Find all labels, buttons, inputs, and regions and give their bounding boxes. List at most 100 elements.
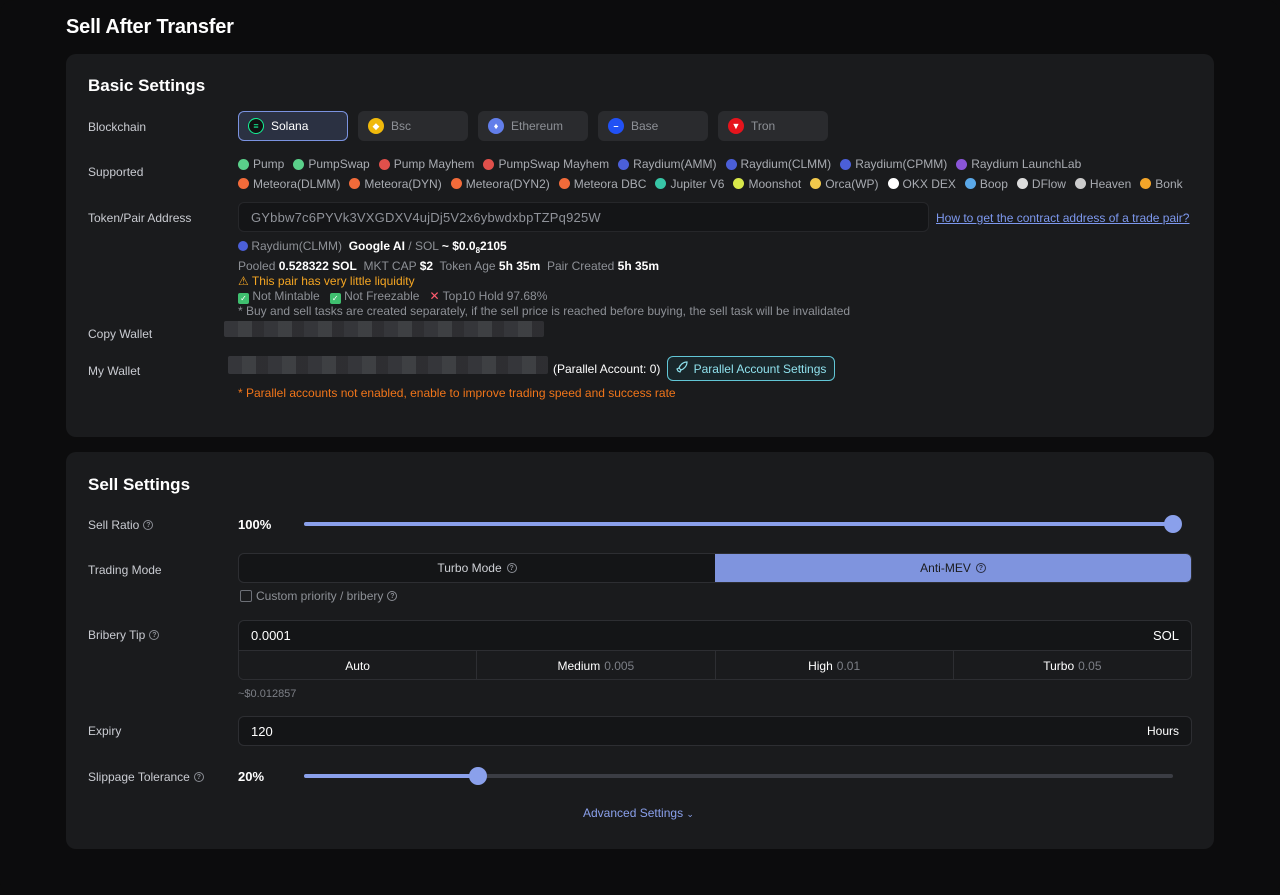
dex-icon bbox=[558, 178, 570, 189]
ethereum-icon: ♦ bbox=[488, 118, 504, 134]
dex-icon bbox=[725, 158, 737, 170]
dex-icon bbox=[450, 178, 462, 189]
dex-label: Heaven bbox=[1089, 176, 1132, 191]
slippage-label: Slippage Tolerance? bbox=[88, 770, 204, 784]
token-age-value: 5h 35m bbox=[498, 259, 541, 274]
dex-label: Orca(WP) bbox=[825, 176, 879, 191]
mode-anti-mev[interactable]: Anti-MEV? bbox=[715, 554, 1191, 582]
supported-label: Supported bbox=[88, 165, 144, 179]
sell-settings-title: Sell Settings bbox=[88, 475, 191, 494]
dex-label: Raydium(CLMM) bbox=[740, 157, 832, 171]
chain-tron[interactable]: ▼ Tron bbox=[718, 111, 828, 141]
dex-item: Pump bbox=[238, 155, 284, 173]
pair-info: Raydium(CLMM) Google AI / SOL ~ $0.08210… bbox=[238, 239, 850, 319]
pair-created-label: Pair Created bbox=[546, 259, 615, 274]
tip-preset-label: Medium bbox=[557, 658, 601, 673]
chain-label: Ethereum bbox=[511, 119, 564, 133]
help-icon[interactable]: ? bbox=[143, 520, 154, 530]
sell-ratio-slider[interactable] bbox=[304, 515, 1182, 533]
help-icon[interactable]: ? bbox=[506, 563, 517, 573]
dex-item: Orca(WP) bbox=[810, 175, 879, 193]
dex-item: Meteora(DYN) bbox=[349, 175, 442, 193]
chain-base[interactable]: – Base bbox=[598, 111, 708, 141]
chain-solana[interactable]: ≡ Solana bbox=[238, 111, 348, 141]
top10-hold: Top10 Hold 97.68% bbox=[442, 288, 548, 303]
parallel-account-settings-button[interactable]: Parallel Account Settings bbox=[667, 356, 835, 381]
expiry-input[interactable]: 120 Hours bbox=[238, 716, 1192, 746]
liquidity-warning: This pair has very little liquidity bbox=[251, 273, 415, 288]
sell-ratio-thumb[interactable] bbox=[1164, 515, 1182, 533]
dex-label: Jupiter V6 bbox=[670, 176, 725, 191]
dex-icon bbox=[810, 178, 822, 189]
tip-preset-auto[interactable]: Auto bbox=[239, 651, 478, 679]
blockchain-label: Blockchain bbox=[88, 120, 147, 134]
check-icon: ✓ bbox=[238, 292, 249, 304]
help-icon[interactable]: ? bbox=[149, 630, 160, 640]
chain-label: Solana bbox=[271, 119, 309, 133]
dex-item: Jupiter V6 bbox=[655, 175, 724, 193]
mode-turbo-mode[interactable]: Turbo Mode? bbox=[239, 554, 715, 582]
my-wallet-redacted[interactable] bbox=[228, 356, 548, 374]
chain-bsc[interactable]: ◆ Bsc bbox=[358, 111, 468, 141]
tip-preset-value: 0.01 bbox=[836, 658, 861, 673]
bribery-tip-input[interactable]: 0.0001 SOL bbox=[239, 621, 1191, 650]
chain-ethereum[interactable]: ♦ Ethereum bbox=[478, 111, 588, 141]
expiry-value: 120 bbox=[251, 723, 273, 739]
dex-item: Heaven bbox=[1074, 175, 1132, 193]
tip-preset-turbo[interactable]: Turbo 0.05 bbox=[954, 651, 1191, 679]
pair-quote: / SOL bbox=[404, 239, 439, 253]
app-frame: Sell After Transfer Basic Settings Block… bbox=[0, 0, 1280, 895]
bribery-tip-value: 0.0001 bbox=[251, 628, 291, 643]
dex-item: Meteora(DYN2) bbox=[450, 175, 550, 193]
dex-label: Pump Mayhem bbox=[393, 157, 475, 171]
tron-icon: ▼ bbox=[728, 118, 744, 134]
basic-settings-title: Basic Settings bbox=[88, 76, 206, 95]
dex-icon bbox=[483, 158, 495, 170]
my-wallet-label: My Wallet bbox=[88, 364, 141, 378]
slippage-thumb[interactable] bbox=[468, 767, 487, 785]
tip-preset-high[interactable]: High 0.01 bbox=[716, 651, 954, 679]
copy-wallet-redacted[interactable] bbox=[224, 321, 544, 337]
sell-settings-card: Sell Settings Sell Ratio? 100% Trading M… bbox=[66, 452, 1214, 849]
chain-label: Base bbox=[631, 119, 659, 133]
pool-name: Raydium(CLMM) bbox=[251, 239, 343, 253]
pair-created-value: 5h 35m bbox=[617, 259, 660, 274]
tip-preset-value: 0.005 bbox=[604, 658, 635, 673]
dex-icon bbox=[1074, 178, 1086, 189]
check-icon: ✓ bbox=[329, 292, 341, 304]
parallel-button-label: Parallel Account Settings bbox=[693, 361, 827, 376]
mktcap-label: MKT CAP bbox=[363, 259, 417, 274]
expiry-label: Expiry bbox=[88, 724, 122, 738]
custom-priority-label: Custom priority / bribery bbox=[256, 589, 384, 603]
custom-priority-checkbox[interactable] bbox=[240, 590, 252, 602]
advanced-settings-toggle[interactable]: Advanced Settings ⌄ bbox=[583, 806, 694, 820]
dex-item: OKX DEX bbox=[887, 175, 956, 193]
token-age-label: Token Age bbox=[439, 259, 496, 274]
help-icon[interactable]: ? bbox=[975, 563, 986, 573]
dex-item: Pump Mayhem bbox=[378, 155, 475, 173]
tip-preset-label: Auto bbox=[345, 658, 370, 673]
not-mintable: Not Mintable bbox=[252, 288, 320, 303]
bribery-tip-usd: ~$0.012857 bbox=[238, 688, 297, 700]
dex-item: Bonk bbox=[1140, 175, 1183, 193]
tip-preset-medium[interactable]: Medium 0.005 bbox=[477, 651, 716, 679]
dex-icon bbox=[733, 178, 745, 189]
slippage-slider[interactable] bbox=[304, 767, 1173, 785]
dex-icon bbox=[293, 158, 305, 170]
dex-icon bbox=[1140, 178, 1152, 189]
help-icon[interactable]: ? bbox=[193, 772, 204, 782]
token-address-input[interactable]: GYbbw7c6PYVk3VXGDXV4ujDj5V2x6ybwdxbpTZPq… bbox=[238, 202, 929, 232]
blockchain-selector: ≡ Solana ◆ Bsc ♦ Ethereum – Base ▼ Tron bbox=[238, 111, 828, 141]
parallel-account-count: (Parallel Account: 0) bbox=[553, 362, 661, 376]
dex-item: Moonshot bbox=[733, 175, 801, 193]
sell-ratio-label: Sell Ratio? bbox=[88, 518, 154, 532]
custom-priority-option[interactable]: Custom priority / bribery ? bbox=[240, 589, 398, 603]
slippage-value: 20% bbox=[238, 769, 265, 784]
tip-preset-label: Turbo bbox=[1043, 658, 1075, 673]
page-title: Sell After Transfer bbox=[66, 16, 234, 38]
help-icon[interactable]: ? bbox=[387, 591, 398, 601]
chevron-down-icon: ⌄ bbox=[686, 809, 694, 819]
dex-item: Meteora DBC bbox=[558, 175, 646, 193]
contract-help-link[interactable]: How to get the contract address of a tra… bbox=[936, 211, 1189, 225]
dex-icon bbox=[378, 158, 390, 170]
